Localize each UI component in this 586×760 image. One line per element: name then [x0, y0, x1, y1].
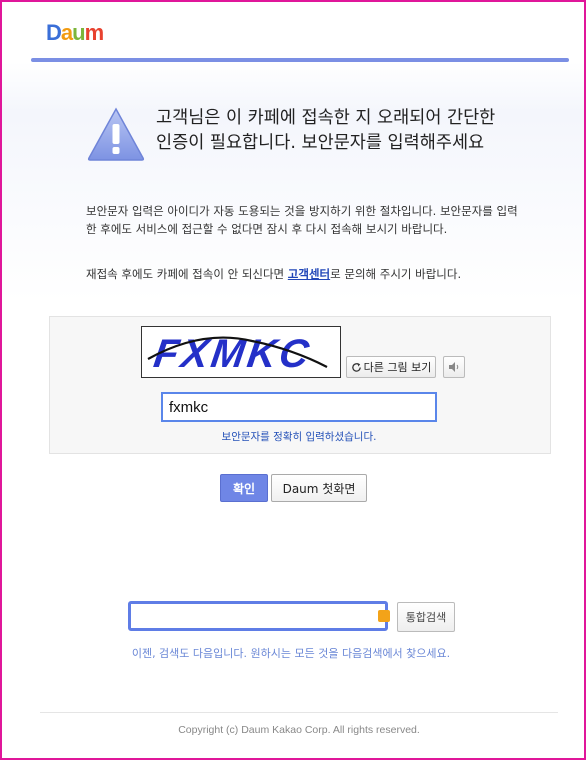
- search-input[interactable]: [128, 601, 388, 631]
- header-divider: [31, 58, 569, 62]
- integrated-search-button[interactable]: 통합검색: [397, 602, 455, 632]
- reconnect-text-after: 로 문의해 주시기 바랍니다.: [330, 267, 462, 281]
- search-hint: 이젠, 검색도 다음입니다. 원하시는 모든 것을 다음검색에서 찾으세요.: [131, 647, 451, 660]
- headline: 고객님은 이 카페에 접속한 지 오래되어 간단한 인증이 필요합니다. 보안문…: [156, 108, 496, 153]
- warning-icon: [87, 107, 145, 161]
- captcha-status-message: 보안문자를 정확히 입력하셨습니다.: [221, 431, 377, 443]
- search-suggest-toggle[interactable]: [378, 610, 390, 622]
- audio-captcha-button[interactable]: [443, 356, 465, 378]
- confirm-button[interactable]: 확인: [220, 474, 268, 502]
- refresh-captcha-label: 다른 그림 보기: [363, 361, 432, 374]
- copyright: Copyright (c) Daum Kakao Corp. All right…: [178, 724, 420, 736]
- refresh-icon: [351, 362, 361, 372]
- reconnect-text-before: 재접속 후에도 카페에 접속이 안 되신다면: [86, 267, 288, 281]
- speaker-icon: [449, 362, 459, 372]
- daum-home-button[interactable]: Daum 첫화면: [271, 474, 367, 502]
- footer-divider: [40, 712, 558, 713]
- captcha-input[interactable]: [161, 392, 437, 422]
- customer-center-link[interactable]: 고객센터: [288, 267, 330, 281]
- daum-logo[interactable]: Daum: [46, 20, 104, 46]
- reconnect-notice: 재접속 후에도 카페에 접속이 안 되신다면 고객센터로 문의해 주시기 바랍니…: [86, 265, 546, 283]
- captcha-image: FXMKC: [141, 326, 341, 378]
- description: 보안문자 입력은 아이디가 자동 도용되는 것을 방지하기 위한 절차입니다. …: [86, 204, 518, 236]
- refresh-captcha-button[interactable]: 다른 그림 보기: [346, 356, 436, 378]
